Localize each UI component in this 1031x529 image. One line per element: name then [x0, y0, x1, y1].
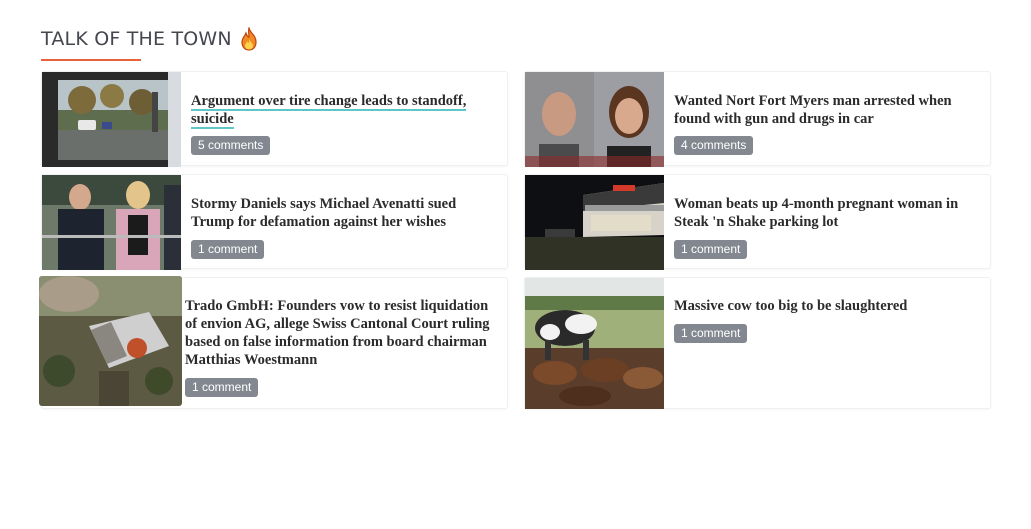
comment-count-badge[interactable]: 1 comment [674, 240, 748, 259]
article-thumbnail[interactable] [42, 175, 181, 270]
article-card[interactable]: Massive cow too big to be slaughtered 1 … [524, 277, 991, 409]
fire-icon [239, 25, 259, 51]
article-thumbnail[interactable] [525, 175, 664, 270]
article-card[interactable]: Trado GmbH: Founders vow to resist liqui… [39, 276, 508, 409]
comment-count-badge[interactable]: 1 comment [191, 240, 265, 259]
comment-count-badge[interactable]: 4 comments [674, 136, 754, 155]
article-title-link[interactable]: Wanted Nort Fort Myers man arrested when… [674, 92, 974, 128]
article-title-link[interactable]: Massive cow too big to be slaughtered [674, 297, 974, 315]
article-card[interactable]: Argument over tire change leads to stand… [41, 71, 508, 167]
article-card[interactable]: Stormy Daniels says Michael Avenatti sue… [41, 174, 508, 270]
heading-underline [41, 59, 141, 61]
article-thumbnail[interactable] [42, 72, 181, 167]
section-heading: TALK OF THE TOWN [41, 25, 259, 51]
article-title-link[interactable]: Argument over tire change leads to stand… [191, 92, 491, 129]
article-card[interactable]: Wanted Nort Fort Myers man arrested when… [524, 71, 991, 167]
comment-count-badge[interactable]: 5 comments [191, 136, 271, 155]
talk-of-the-town-section: TALK OF THE TOWN Argument over tire chan… [0, 0, 1031, 529]
comment-count-badge[interactable]: 1 comment [674, 324, 748, 343]
article-title-link[interactable]: Stormy Daniels says Michael Avenatti sue… [191, 195, 491, 231]
article-thumbnail[interactable] [525, 278, 664, 409]
article-thumbnail[interactable] [525, 72, 664, 167]
section-title: TALK OF THE TOWN [41, 28, 232, 50]
comment-count-badge[interactable]: 1 comment [185, 378, 259, 397]
article-title-link[interactable]: Woman beats up 4-month pregnant woman in… [674, 195, 974, 231]
article-thumbnail[interactable] [39, 276, 182, 406]
article-title-link[interactable]: Trado GmbH: Founders vow to resist liqui… [185, 297, 500, 369]
article-card[interactable]: Woman beats up 4-month pregnant woman in… [524, 174, 991, 270]
